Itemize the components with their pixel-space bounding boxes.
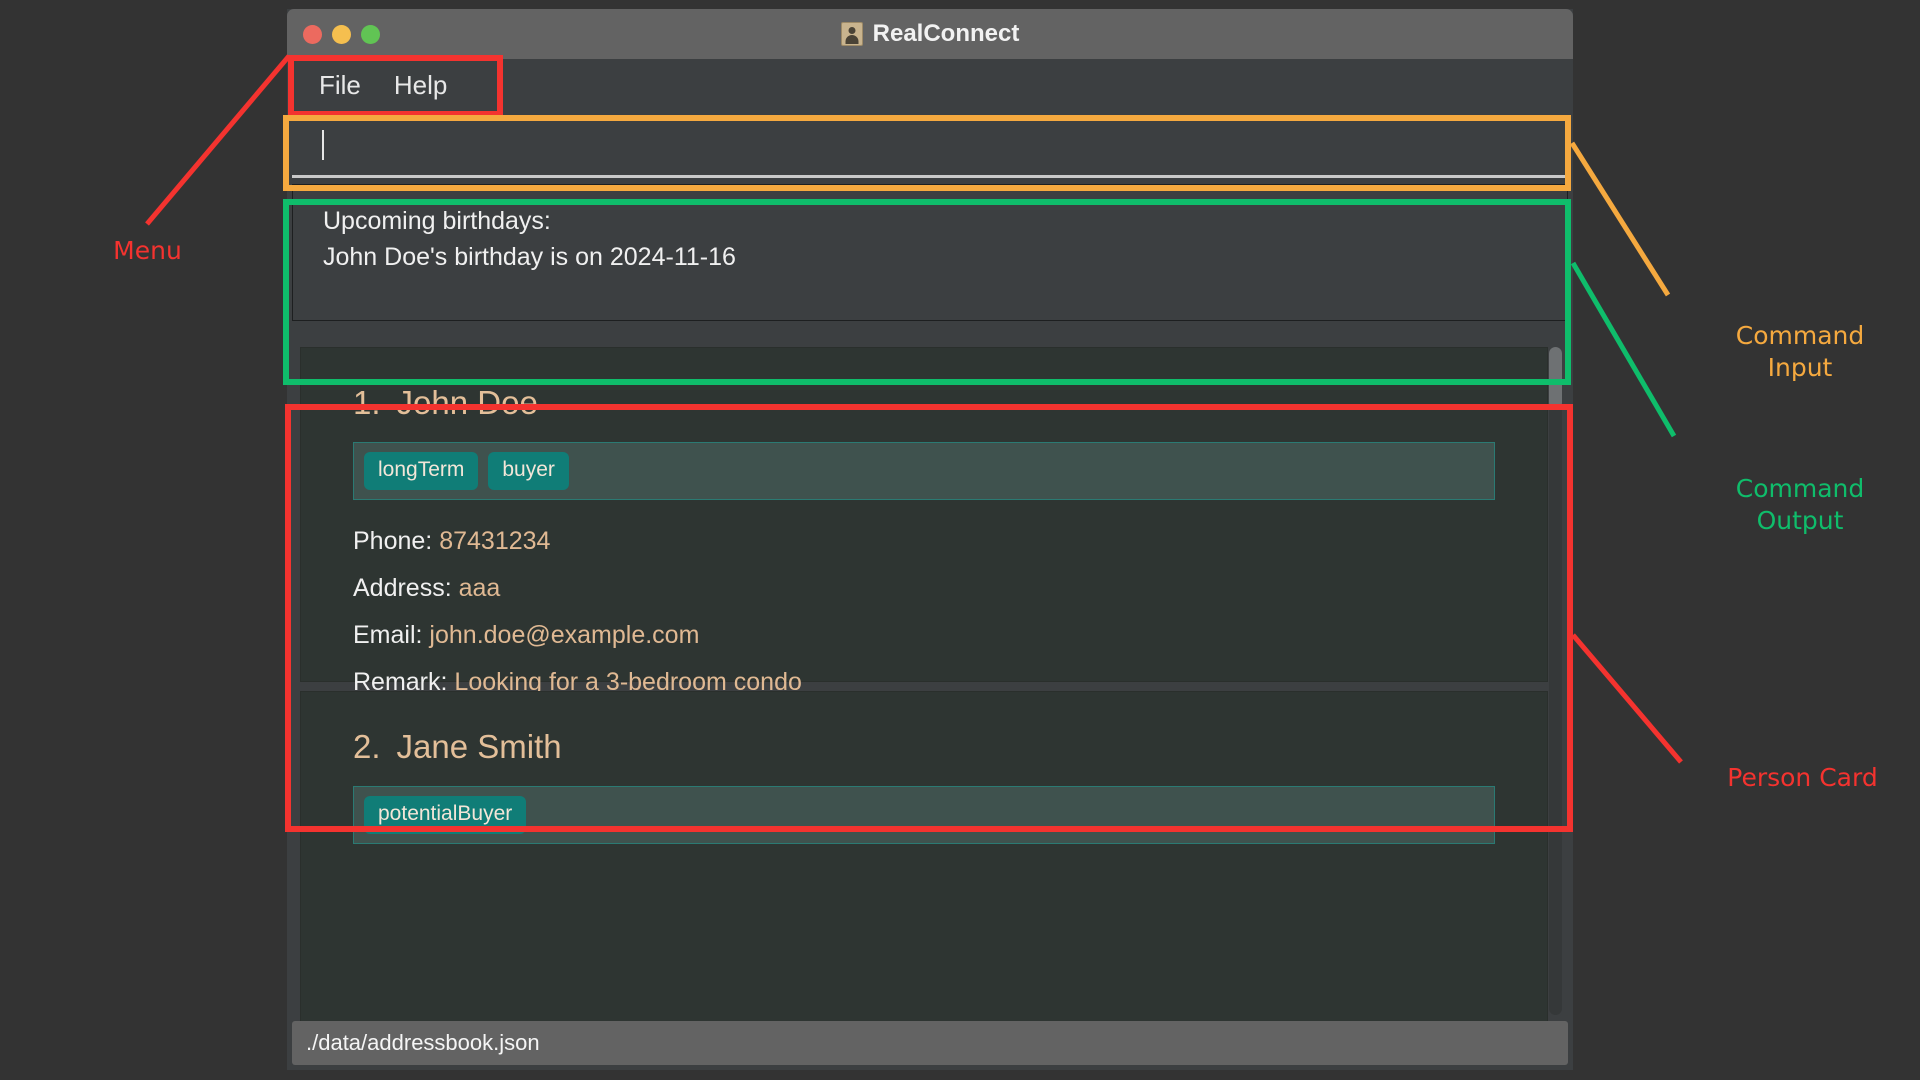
status-bar: ./data/addressbook.json [292,1021,1568,1065]
person-card[interactable]: 1. John Doe longTerm buyer Phone: 874312… [300,347,1548,696]
status-bar-file-path: ./data/addressbook.json [306,1030,540,1055]
person-list-panel: 1. John Doe longTerm buyer Phone: 874312… [292,341,1568,1021]
menu-item-help[interactable]: Help [394,70,447,101]
person-list-scrollbar[interactable] [1549,347,1562,1015]
menu-bar: File Help [287,59,1573,112]
close-window-button[interactable] [303,24,322,44]
maximize-window-button[interactable] [361,24,380,44]
person-tag[interactable]: buyer [488,452,569,490]
person-card-title: 2. Jane Smith [353,728,1495,766]
person-field-email: Email: john.doe@example.com [353,612,1495,659]
person-field-label: Address: [353,574,452,602]
annotation-label-menu: Menu [113,236,182,265]
person-card-tag-strip: longTerm buyer [353,442,1495,500]
person-card-index: 2. [353,728,381,765]
person-field-label: Email: [353,621,423,649]
command-input-container [287,115,1573,178]
person-card-title: 1. John Doe [353,384,1495,422]
window-title-group: RealConnect [840,20,1020,48]
person-field-phone: Phone: 87431234 [353,518,1495,565]
app-window: RealConnect File Help Upcoming birthdays… [287,9,1573,1070]
window-traffic-lights [303,9,380,59]
person-list: 1. John Doe longTerm buyer Phone: 874312… [300,347,1548,1021]
person-card-name: John Doe [396,384,538,421]
person-card[interactable]: 2. Jane Smith potentialBuyer [300,691,1548,1021]
person-tag[interactable]: longTerm [364,452,479,490]
minimize-window-button[interactable] [332,24,351,44]
text-caret [322,130,324,160]
person-field-label: Phone: [353,527,433,555]
person-list-scrollbar-thumb[interactable] [1549,347,1562,409]
annotation-label-person-card: Person Card [1727,763,1878,792]
annotation-label-command-output: Command Output [1735,474,1865,535]
command-output: Upcoming birthdays: John Doe's birthday … [292,184,1568,321]
person-field-address: Address: aaa [353,565,1495,612]
person-card-index: 1. [353,384,381,421]
person-field-value: john.doe@example.com [429,621,700,649]
command-input[interactable] [292,115,1568,178]
person-card-tag-strip: potentialBuyer [353,786,1495,844]
annotation-label-command-input: Command Input [1735,321,1865,382]
person-card-name: Jane Smith [396,728,562,765]
command-output-line: John Doe's birthday is on 2024-11-16 [323,243,736,271]
contact-person-icon [840,22,863,46]
person-field-value: aaa [458,574,501,602]
person-tag[interactable]: potentialBuyer [364,796,527,834]
title-bar: RealConnect [287,9,1573,59]
menu-item-file[interactable]: File [319,70,361,101]
command-output-container: Upcoming birthdays: John Doe's birthday … [287,184,1573,321]
person-field-value: 87431234 [439,527,551,555]
command-output-line: Upcoming birthdays: [323,207,551,235]
window-title: RealConnect [872,20,1020,47]
